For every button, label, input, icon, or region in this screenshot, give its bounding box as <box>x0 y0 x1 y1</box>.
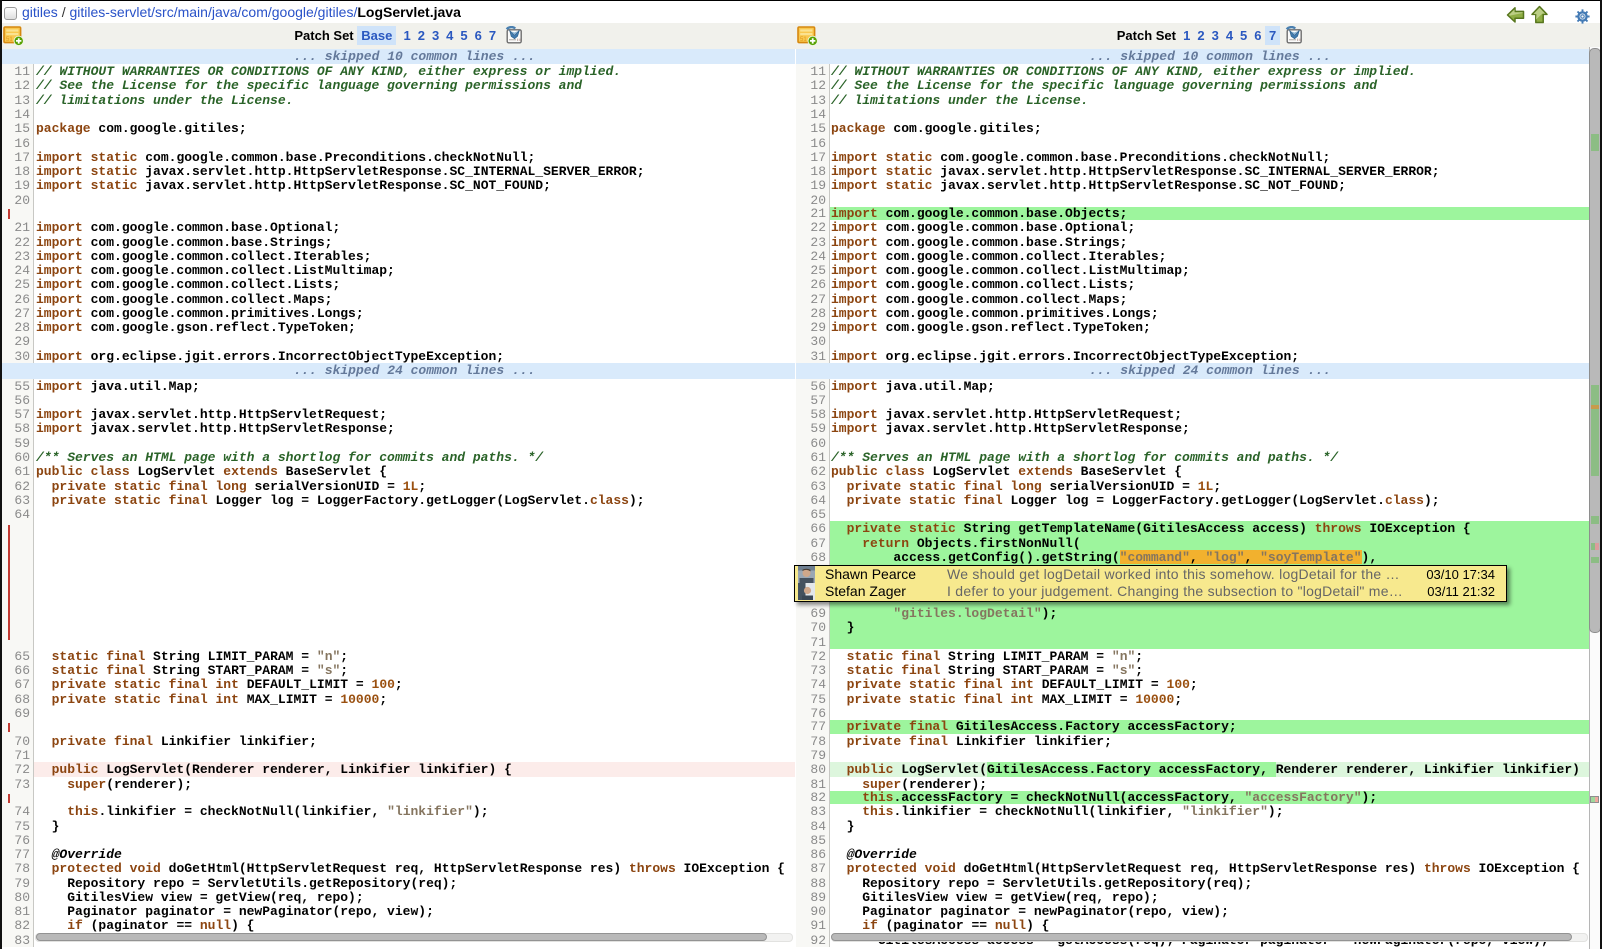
svg-text:51: 51 <box>6 37 13 43</box>
svg-text:51: 51 <box>800 37 807 43</box>
